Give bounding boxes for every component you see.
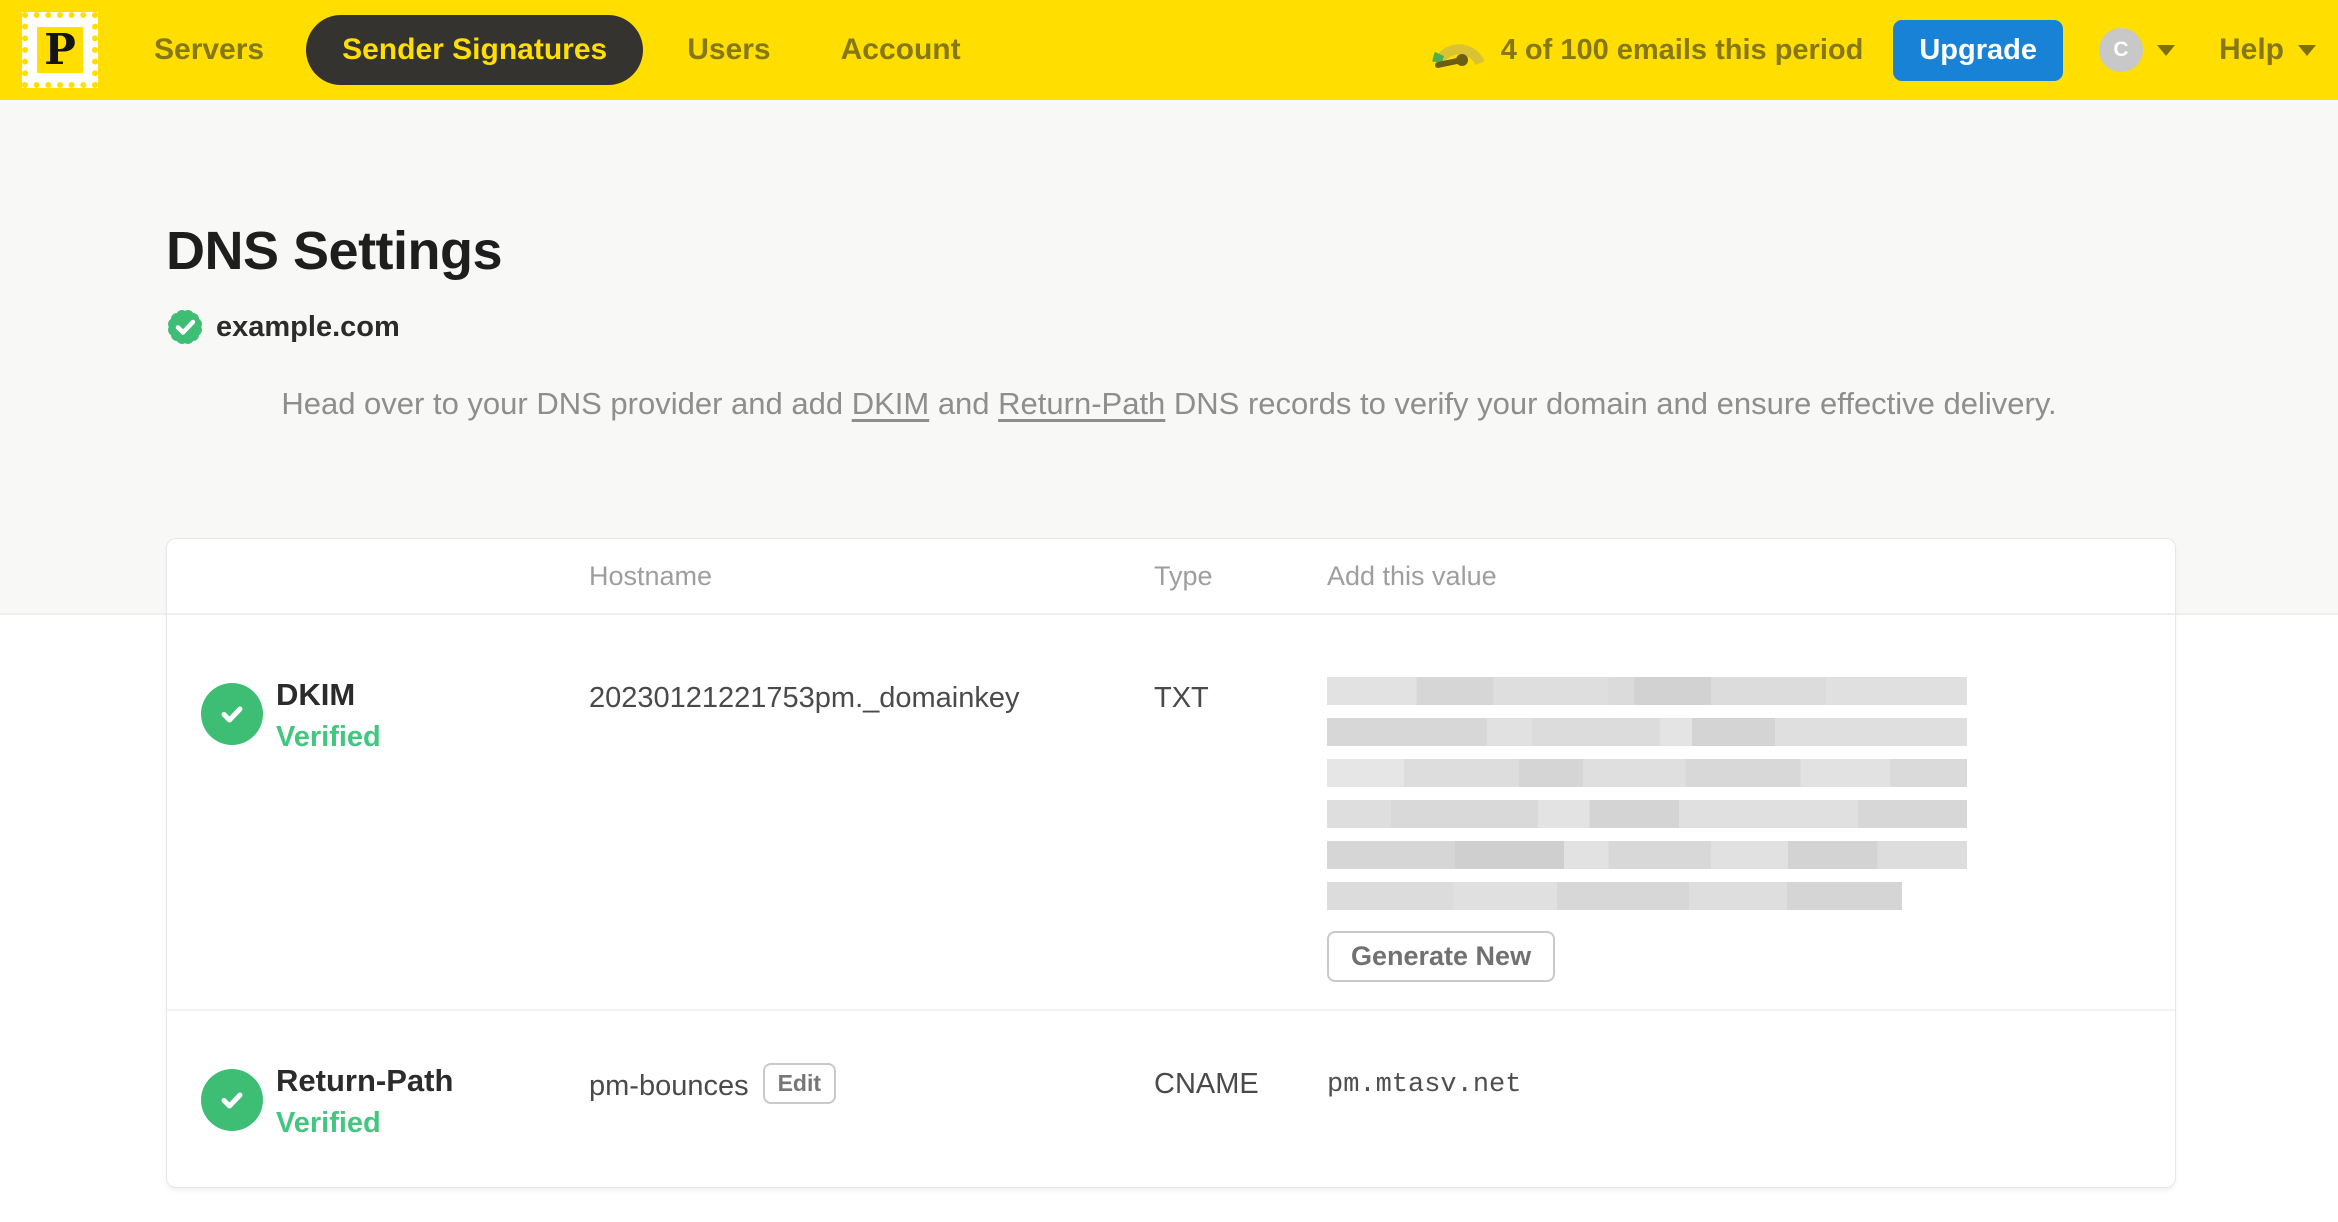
domain-row: example.com [165,307,2338,347]
domain-name: example.com [216,310,400,343]
nav-right: 4 of 100 emails this period Upgrade C He… [1431,19,2316,81]
top-nav: P Servers Sender Signatures Users Accoun… [0,0,2338,100]
instructions-text: DNS records to verify your domain and en… [1165,386,2057,421]
nav-item-users[interactable]: Users [687,33,770,67]
verified-seal-icon [165,307,205,347]
dkim-value-redacted [1327,677,1967,910]
postmark-logo-letter: P [44,25,76,74]
dkim-hostname: 20230121221753pm._domainkey [589,682,1020,714]
postmark-logo-inner: P [37,27,83,73]
nav-item-servers[interactable]: Servers [154,33,264,67]
avatar[interactable]: C [2098,28,2143,72]
usage-counter: 4 of 100 emails this period [1500,33,1864,66]
chevron-down-icon [2298,44,2316,56]
nav-item-sender-signatures-active[interactable]: Sender Signatures [306,15,644,85]
instructions-text: and [929,386,999,421]
usage-gauge-icon [1432,44,1485,68]
status-badge: Verified [276,1107,381,1139]
column-header-type: Type [1154,560,1213,591]
verified-check-icon [201,683,263,745]
record-name: DKIM [276,677,356,712]
chevron-down-icon [2156,44,2175,56]
dns-records-card: Hostname Type Add this value DKIM Verifi… [166,538,2176,1188]
record-name: Return-Path [276,1063,454,1098]
dns-instructions: Head over to your DNS provider and add D… [0,380,2338,428]
return-path-hostname: pm-bounces [589,1069,749,1102]
upgrade-button[interactable]: Upgrade [1893,19,2063,81]
dkim-record-type: TXT [1154,682,1209,714]
account-menu[interactable]: C [2098,28,2175,72]
return-path-record-type: CNAME [1154,1068,1259,1100]
instructions-text: Head over to your DNS provider and add [281,386,852,421]
generate-new-button[interactable]: Generate New [1327,931,1556,982]
help-menu[interactable]: Help [2219,33,2316,67]
dkim-link[interactable]: DKIM [852,386,930,421]
column-header-value: Add this value [1327,560,1497,591]
nav-item-account[interactable]: Account [841,33,961,67]
table-row-return-path: Return-Path Verified pm-bounces Edit CNA… [167,1009,2175,1187]
return-path-value: pm.mtasv.net [1327,1070,1522,1100]
table-row-dkim: DKIM Verified 20230121221753pm._domainke… [167,615,2175,1009]
edit-button[interactable]: Edit [762,1063,837,1104]
nav-links: Servers Sender Signatures Users Account [154,15,961,85]
verified-check-icon [201,1069,263,1131]
postmark-logo[interactable]: P [22,12,98,88]
status-badge: Verified [276,721,381,753]
column-header-hostname: Hostname [589,560,713,591]
table-header: Hostname Type Add this value [167,539,2175,615]
help-label: Help [2218,33,2284,66]
page-title: DNS Settings [166,221,503,281]
return-path-link[interactable]: Return-Path [998,386,1165,421]
